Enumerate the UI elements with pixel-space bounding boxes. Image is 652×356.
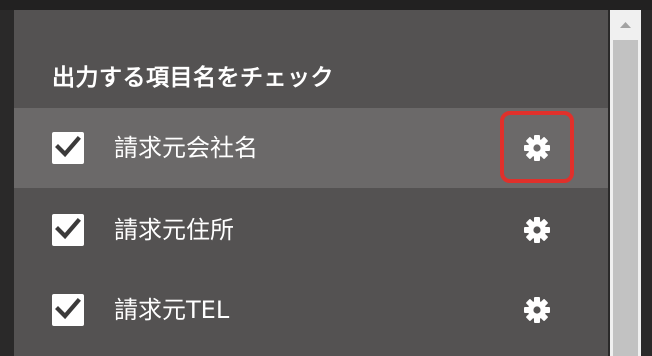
scroll-up-button[interactable] bbox=[610, 10, 641, 40]
field-row-billing-tel[interactable]: 請求元TEL bbox=[14, 270, 608, 350]
field-label: 請求元住所 bbox=[114, 216, 234, 244]
checkmark-icon bbox=[55, 218, 81, 240]
window-edge bbox=[641, 10, 652, 356]
field-label: 請求元TEL bbox=[114, 296, 230, 324]
gear-icon[interactable] bbox=[522, 215, 552, 245]
field-label: 請求元会社名 bbox=[114, 134, 258, 162]
top-strip bbox=[0, 0, 652, 10]
checkmark-icon bbox=[55, 298, 81, 320]
gear-icon[interactable] bbox=[522, 295, 552, 325]
field-checkbox[interactable] bbox=[52, 132, 84, 164]
field-row-billing-company-name[interactable]: 請求元会社名 bbox=[14, 108, 608, 188]
checkmark-icon bbox=[55, 136, 81, 158]
vertical-scrollbar[interactable] bbox=[610, 10, 641, 356]
field-checkbox[interactable] bbox=[52, 214, 84, 246]
field-selection-window: 出力する項目名をチェック 請求元会社名 請求元住所 請求元TEL bbox=[0, 0, 652, 356]
gear-icon[interactable] bbox=[522, 133, 552, 163]
scroll-thumb[interactable] bbox=[613, 40, 638, 356]
field-row-billing-address[interactable]: 請求元住所 bbox=[14, 190, 608, 270]
field-checkbox[interactable] bbox=[52, 294, 84, 326]
panel-title: 出力する項目名をチェック bbox=[52, 65, 334, 91]
arrow-up-icon bbox=[620, 22, 631, 28]
field-list-panel: 出力する項目名をチェック 請求元会社名 請求元住所 請求元TEL bbox=[14, 10, 608, 356]
